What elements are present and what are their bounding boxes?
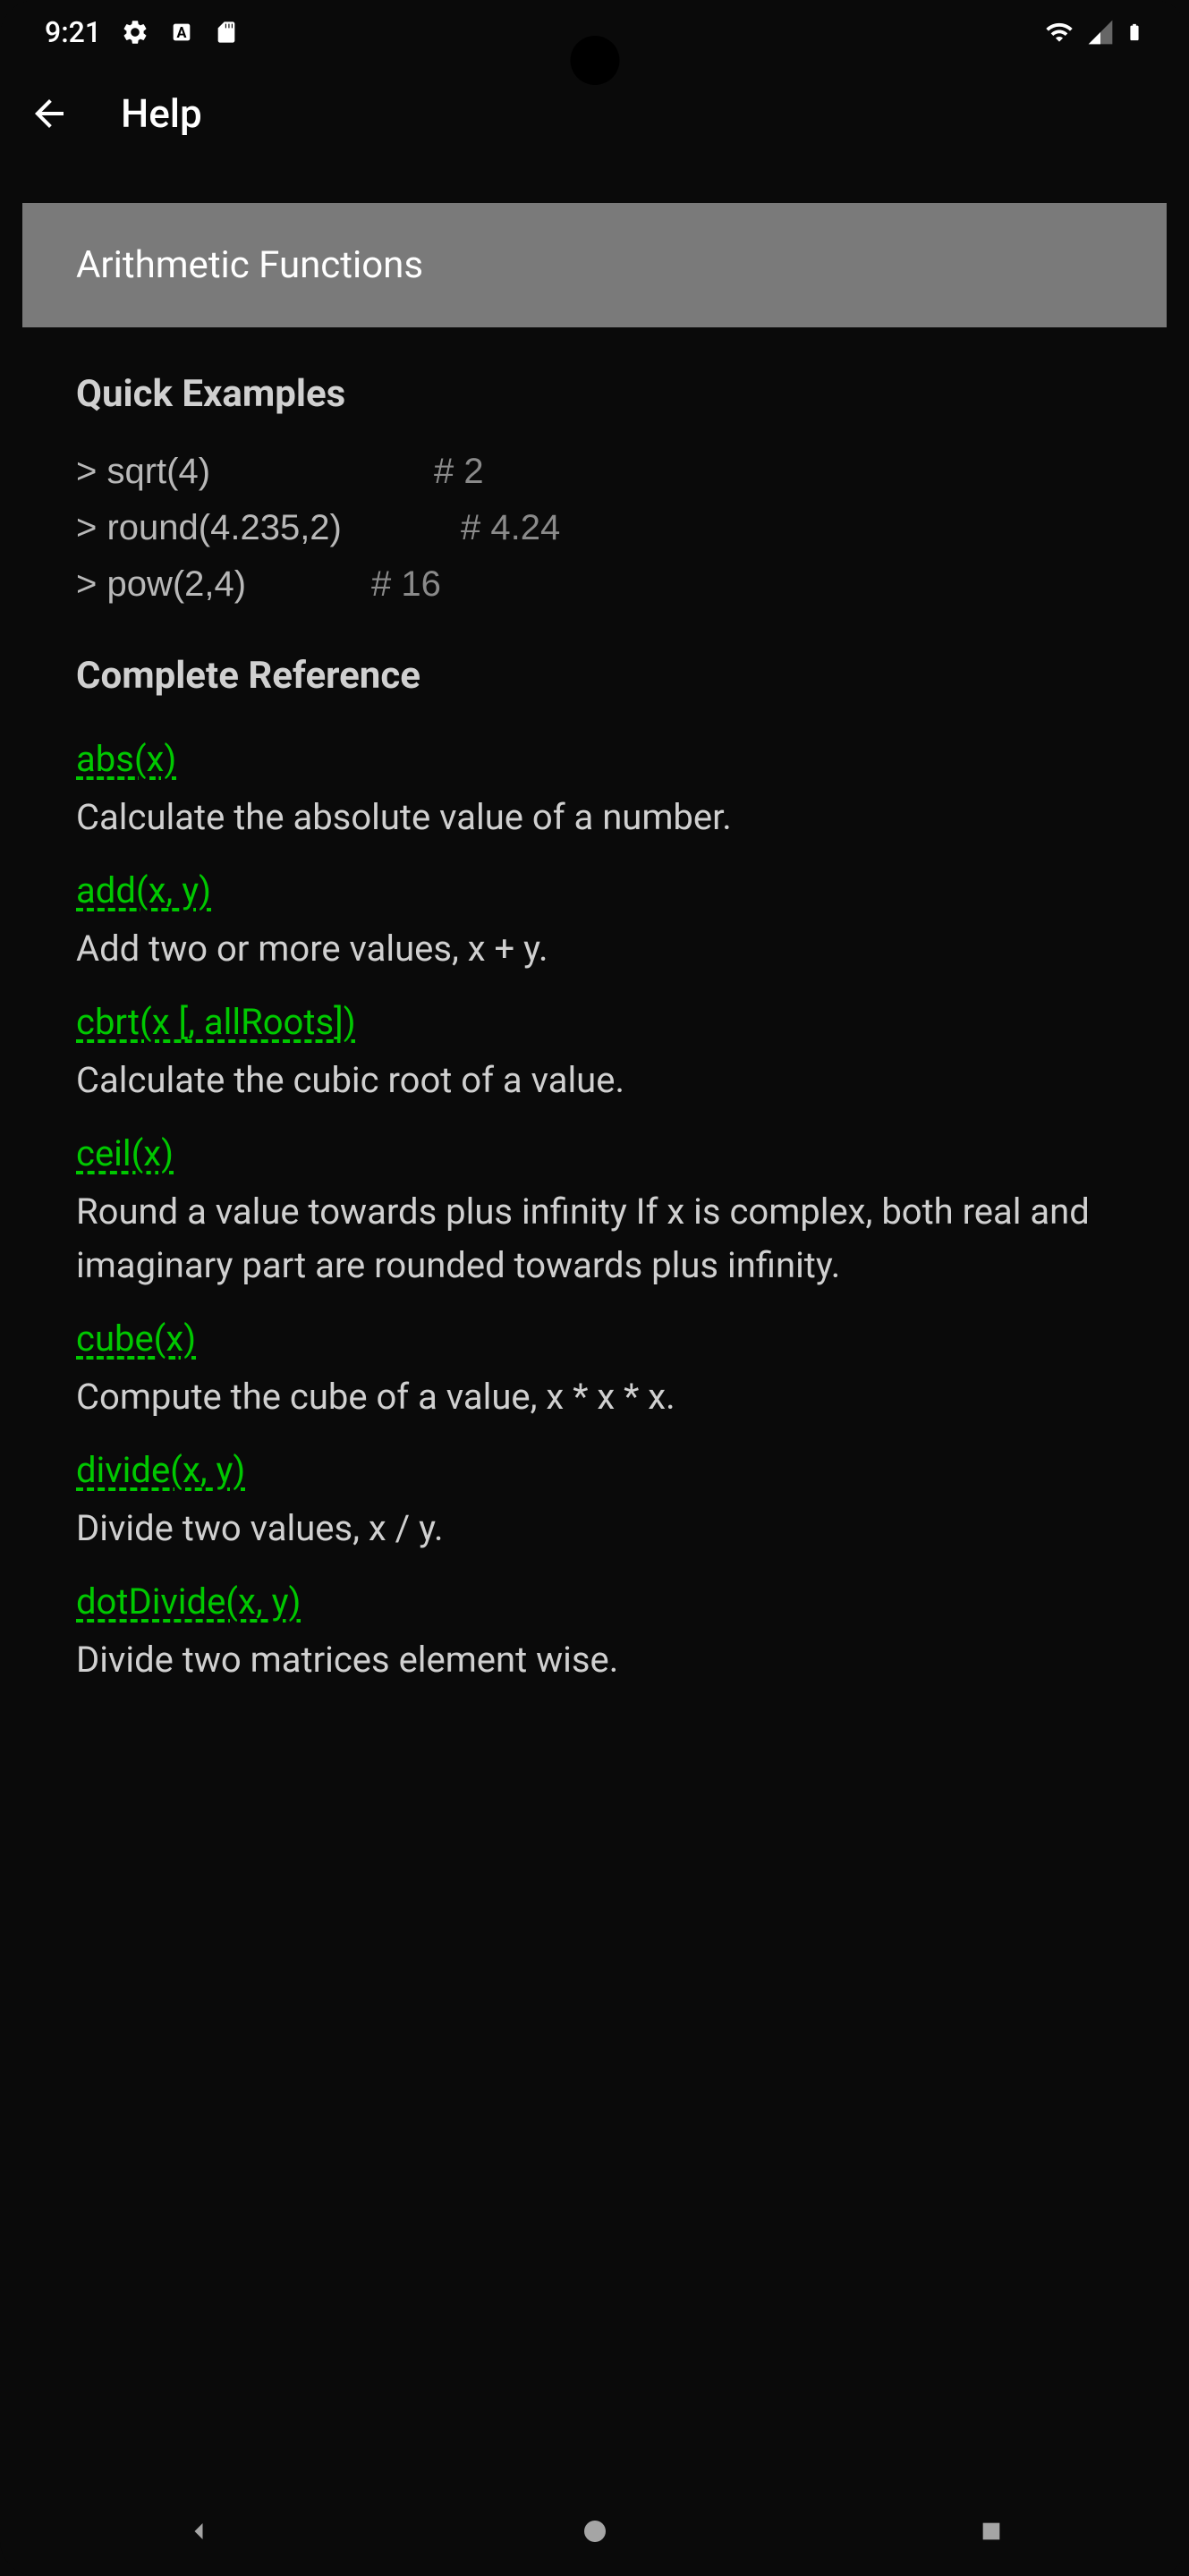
status-bar-left: 9:21 A: [45, 15, 239, 49]
svg-text:A: A: [177, 24, 187, 41]
reference-item: divide(x, y) Divide two values, x / y.: [76, 1449, 1113, 1555]
function-link-add[interactable]: add(x, y): [76, 869, 211, 911]
example-result: # 16: [371, 564, 441, 605]
navigation-bar: [0, 2487, 1189, 2576]
function-link-dotdivide[interactable]: dotDivide(x, y): [76, 1580, 301, 1623]
function-description: Compute the cube of a value, x * x * x.: [76, 1370, 1113, 1424]
sd-card-icon: [214, 18, 239, 47]
function-description: Divide two matrices element wise.: [76, 1633, 1113, 1687]
function-link-divide[interactable]: divide(x, y): [76, 1449, 245, 1491]
cellular-signal-icon: [1085, 18, 1116, 47]
section-header-text: Arithmetic Functions: [76, 243, 423, 287]
example-row: > sqrt(4) # 2: [76, 452, 1113, 492]
reference-item: ceil(x) Round a value towards plus infin…: [76, 1132, 1113, 1292]
camera-notch: [570, 36, 619, 85]
back-button[interactable]: [27, 91, 72, 136]
function-link-ceil[interactable]: ceil(x): [76, 1132, 174, 1174]
reference-item: dotDivide(x, y) Divide two matrices elem…: [76, 1580, 1113, 1687]
reference-list: abs(x) Calculate the absolute value of a…: [76, 738, 1113, 1687]
wifi-icon: [1042, 18, 1076, 47]
example-row: > pow(2,4) # 16: [76, 564, 1113, 605]
function-link-cbrt[interactable]: cbrt(x [, allRoots]): [76, 1001, 356, 1043]
example-result: # 2: [434, 452, 484, 492]
function-description: Divide two values, x / y.: [76, 1502, 1113, 1555]
nav-back-button[interactable]: [172, 2504, 225, 2558]
function-link-abs[interactable]: abs(x): [76, 738, 176, 780]
reference-item: add(x, y) Add two or more values, x + y.: [76, 869, 1113, 976]
section-header: Arithmetic Functions: [22, 203, 1167, 327]
example-row: > round(4.235,2) # 4.24: [76, 508, 1113, 548]
function-description: Calculate the absolute value of a number…: [76, 791, 1113, 844]
content-area: Quick Examples > sqrt(4) # 2 > round(4.2…: [0, 327, 1189, 1757]
example-prompt: > round(4.235,2): [76, 508, 461, 548]
function-description: Add two or more values, x + y.: [76, 922, 1113, 976]
function-link-cube[interactable]: cube(x): [76, 1318, 196, 1360]
reference-item: cube(x) Compute the cube of a value, x *…: [76, 1318, 1113, 1424]
nav-recent-button[interactable]: [964, 2504, 1018, 2558]
example-prompt: > sqrt(4): [76, 452, 434, 492]
quick-examples-title: Quick Examples: [76, 372, 1113, 416]
nav-home-button[interactable]: [568, 2504, 622, 2558]
status-bar-right: [1042, 16, 1144, 48]
reference-item: cbrt(x [, allRoots]) Calculate the cubic…: [76, 1001, 1113, 1107]
complete-reference-title: Complete Reference: [76, 654, 1113, 698]
example-prompt: > pow(2,4): [76, 564, 371, 605]
battery-icon: [1125, 16, 1144, 48]
examples-list: > sqrt(4) # 2 > round(4.235,2) # 4.24 > …: [76, 452, 1113, 605]
device-frame: 9:21 A Help: [0, 0, 1189, 2576]
status-time: 9:21: [45, 15, 101, 49]
function-description: Round a value towards plus infinity If x…: [76, 1185, 1113, 1292]
function-description: Calculate the cubic root of a value.: [76, 1054, 1113, 1107]
page-title: Help: [121, 90, 202, 137]
example-result: # 4.24: [461, 508, 560, 548]
reference-item: abs(x) Calculate the absolute value of a…: [76, 738, 1113, 844]
settings-icon: [121, 18, 149, 47]
app-icon: A: [169, 20, 194, 45]
